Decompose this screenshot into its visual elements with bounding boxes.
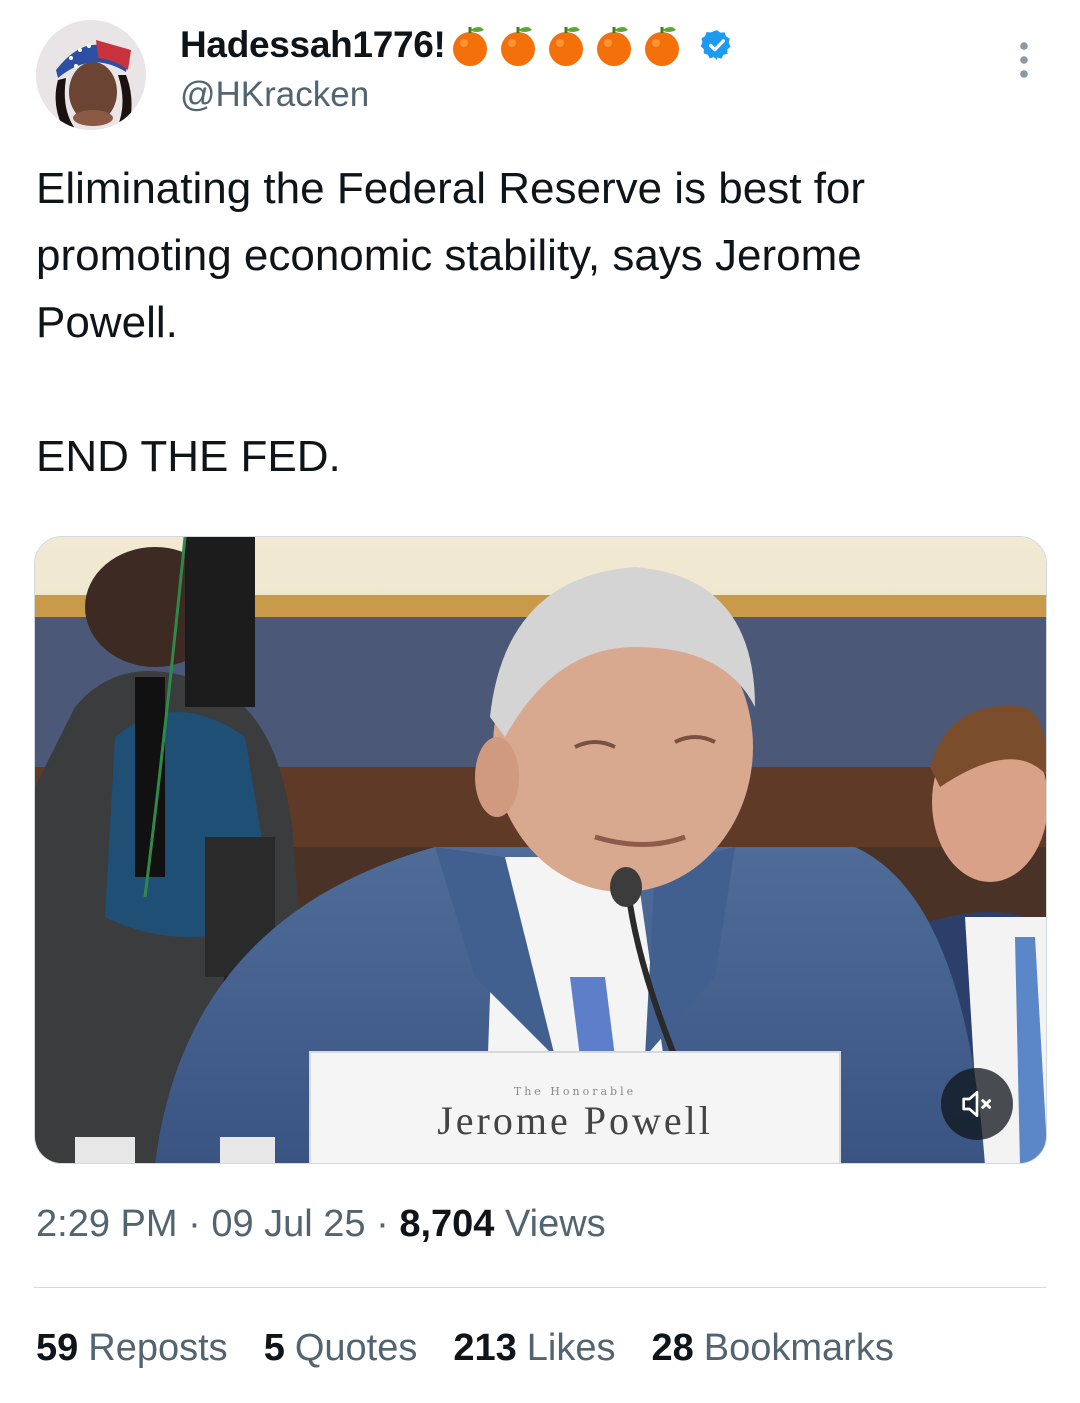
- verified-badge-icon: [700, 28, 734, 62]
- video-player[interactable]: The Honorable Jerome Powell: [34, 536, 1047, 1164]
- video-thumbnail: [35, 537, 1046, 1163]
- avatar[interactable]: [36, 20, 146, 130]
- tweet-date[interactable]: 09 Jul 25: [211, 1203, 365, 1245]
- reposts-stat[interactable]: 59 Reposts: [36, 1327, 228, 1370]
- views-label: Views: [504, 1203, 606, 1245]
- more-options-icon[interactable]: [1007, 36, 1041, 86]
- bookmarks-stat[interactable]: 28 Bookmarks: [651, 1327, 893, 1370]
- quotes-count: 5: [263, 1327, 285, 1369]
- likes-label: Likes: [526, 1327, 616, 1369]
- badge-emojis: [448, 22, 688, 68]
- reposts-label: Reposts: [88, 1327, 228, 1369]
- quotes-label: Quotes: [294, 1327, 418, 1369]
- reposts-count: 59: [36, 1327, 79, 1369]
- separator-dot: ·: [376, 1203, 400, 1245]
- avatar-image: [36, 20, 146, 130]
- orange-icon: [452, 25, 681, 68]
- engagement-stats: 59 Reposts 5 Quotes 213 Likes 28 Bookmarks: [36, 1327, 930, 1370]
- display-name[interactable]: Hadessah1776!: [180, 22, 734, 68]
- bookmarks-count: 28: [651, 1327, 694, 1369]
- bookmarks-label: Bookmarks: [703, 1327, 894, 1369]
- likes-count: 213: [453, 1327, 517, 1369]
- tweet-time[interactable]: 2:29 PM: [36, 1203, 178, 1245]
- mute-button[interactable]: [941, 1068, 1013, 1140]
- tweet-text: Eliminating the Federal Reserve is best …: [36, 164, 866, 481]
- display-name-text: Hadessah1776!: [180, 24, 446, 65]
- tweet-meta: 2:29 PM · 09 Jul 25 · 8,704 Views: [36, 1203, 606, 1246]
- views-count: 8,704: [399, 1203, 495, 1245]
- author-handle[interactable]: @HKracken: [180, 75, 369, 115]
- nameplate-name: Jerome Powell: [437, 1098, 713, 1143]
- quotes-stat[interactable]: 5 Quotes: [264, 1327, 418, 1370]
- divider: [34, 1287, 1046, 1288]
- speaker-muted-icon: [962, 1091, 991, 1117]
- likes-stat[interactable]: 213 Likes: [453, 1327, 615, 1370]
- separator-dot: ·: [188, 1203, 212, 1245]
